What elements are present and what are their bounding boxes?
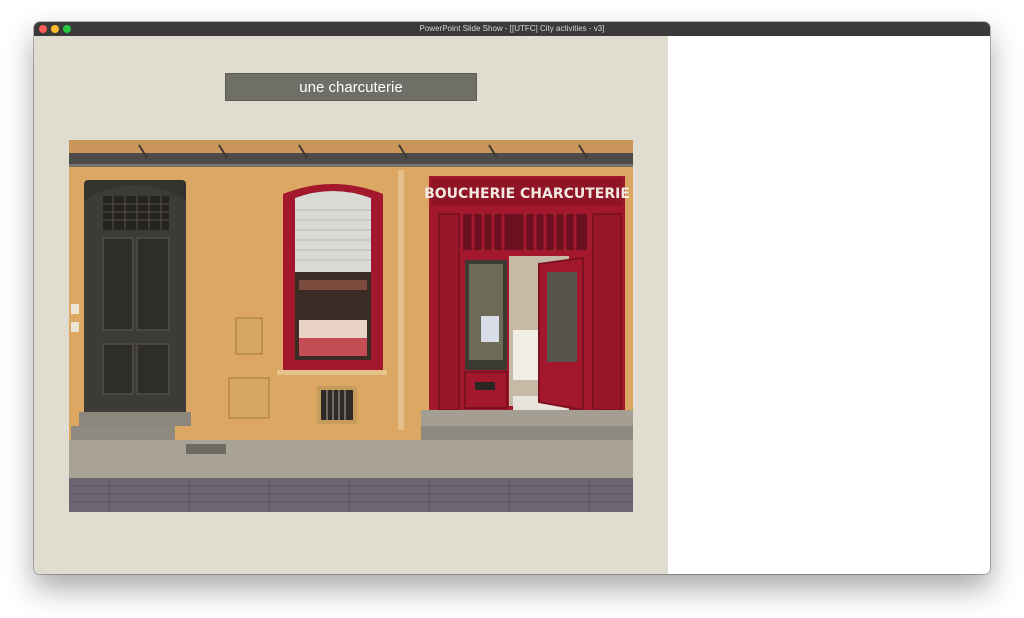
title-bar[interactable]: PowerPoint Slide Show - [[UTFC] City act… — [34, 22, 990, 36]
storefront-illustration: BOUCHERIE CHARCUTERIE — [69, 140, 633, 512]
slideshow-window: PowerPoint Slide Show - [[UTFC] City act… — [34, 22, 990, 574]
slide[interactable]: une charcuterie BOUCHERIE CHARCUTERIE — [34, 36, 668, 574]
shop-sign-text: BOUCHERIE CHARCUTERIE — [424, 186, 630, 202]
presenter-blank-area — [668, 36, 990, 574]
window-title: PowerPoint Slide Show - [[UTFC] City act… — [419, 24, 605, 33]
slide-title: une charcuterie — [225, 73, 477, 101]
butcher-shop-photo: BOUCHERIE CHARCUTERIE — [69, 140, 633, 512]
desktop: PowerPoint Slide Show - [[UTFC] City act… — [0, 0, 1024, 618]
